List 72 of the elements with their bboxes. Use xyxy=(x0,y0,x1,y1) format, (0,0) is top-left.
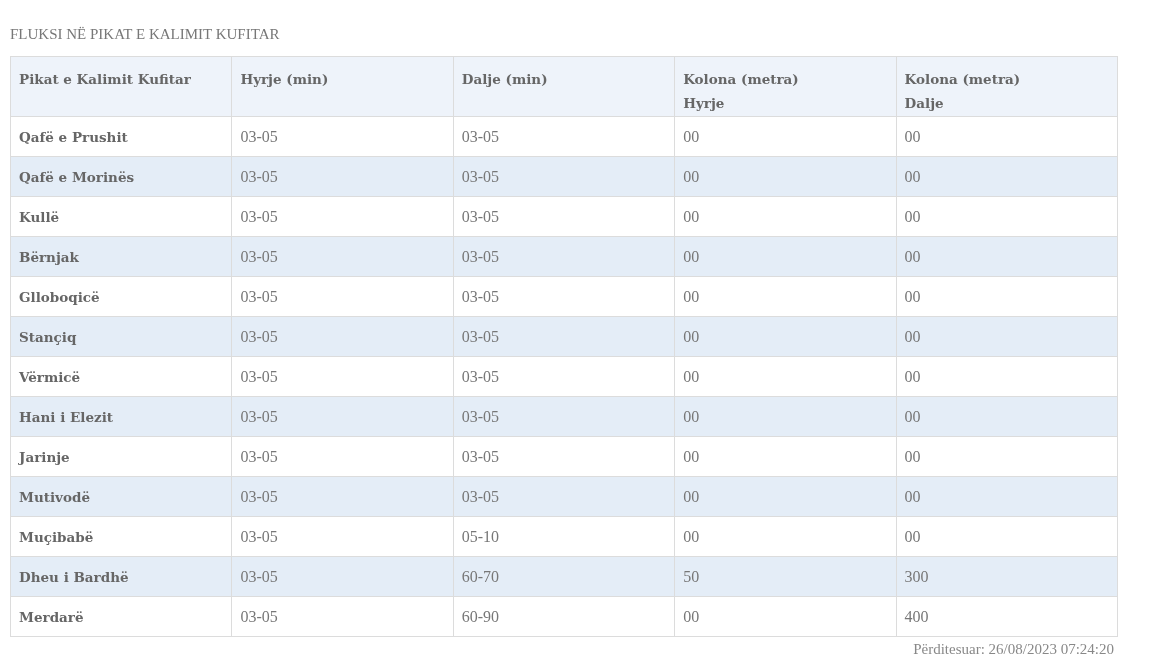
crossing-name-cell: Dheu i Bardhë xyxy=(10,556,232,597)
table-cell: 00 xyxy=(896,476,1118,517)
table-cell: 03-05 xyxy=(453,116,675,157)
table-cell: 03-05 xyxy=(231,436,454,477)
crossing-name-cell: Hani i Elezit xyxy=(10,396,232,437)
table-cell: 03-05 xyxy=(453,236,675,277)
table-cell: 00 xyxy=(896,276,1118,317)
table-cell: 00 xyxy=(896,396,1118,437)
table-cell: 03-05 xyxy=(453,396,675,437)
table-cell: 00 xyxy=(896,196,1118,237)
crossing-name-cell: Bërnjak xyxy=(10,236,232,277)
table-cell: 03-05 xyxy=(231,116,454,157)
table-cell: 03-05 xyxy=(231,316,454,357)
table-title: FLUKSI NË PIKAT E KALIMIT KUFITAR xyxy=(10,26,280,43)
table-cell: 03-05 xyxy=(453,476,675,517)
crossing-name-cell: Jarinje xyxy=(10,436,232,477)
table-cell: 03-05 xyxy=(231,276,454,317)
table-cell: 03-05 xyxy=(453,196,675,237)
table-cell: 00 xyxy=(896,116,1118,157)
table-cell: 00 xyxy=(674,196,897,237)
table-cell: 03-05 xyxy=(231,516,454,557)
updated-timestamp: Përditesuar: 26/08/2023 07:24:20 xyxy=(913,641,1115,658)
table-cell: 00 xyxy=(674,436,897,477)
table-cell: 00 xyxy=(674,156,897,197)
crossing-name-cell: Muçibabë xyxy=(10,516,232,557)
table-cell: 03-05 xyxy=(231,356,454,397)
column-header: Dalje (min) xyxy=(453,56,675,117)
table-cell: 400 xyxy=(896,596,1118,637)
crossing-name-cell: Qafë e Prushit xyxy=(10,116,232,157)
crossing-name-cell: Glloboqicë xyxy=(10,276,232,317)
column-header: Hyrje (min) xyxy=(231,56,454,117)
table-cell: 00 xyxy=(674,516,897,557)
table-cell: 03-05 xyxy=(231,396,454,437)
table-cell: 00 xyxy=(674,596,897,637)
table-cell: 05-10 xyxy=(453,516,675,557)
table-cell: 00 xyxy=(896,436,1118,477)
table-cell: 00 xyxy=(896,156,1118,197)
table-cell: 03-05 xyxy=(231,156,454,197)
table-cell: 300 xyxy=(896,556,1118,597)
table-cell: 60-70 xyxy=(453,556,675,597)
column-header: Pikat e Kalimit Kufitar xyxy=(10,56,232,117)
table-cell: 00 xyxy=(674,476,897,517)
table-cell: 00 xyxy=(674,356,897,397)
table-cell: 00 xyxy=(674,116,897,157)
table-cell: 00 xyxy=(896,236,1118,277)
table-cell: 00 xyxy=(896,516,1118,557)
table-cell: 00 xyxy=(674,316,897,357)
table-cell: 00 xyxy=(896,356,1118,397)
table-cell: 50 xyxy=(674,556,897,597)
table-cell: 03-05 xyxy=(453,316,675,357)
table-cell: 03-05 xyxy=(453,436,675,477)
table-cell: 03-05 xyxy=(453,156,675,197)
table-cell: 03-05 xyxy=(231,236,454,277)
column-header: Kolona (metra) Dalje xyxy=(896,56,1118,117)
crossing-name-cell: Qafë e Morinës xyxy=(10,156,232,197)
table-cell: 60-90 xyxy=(453,596,675,637)
table-cell: 03-05 xyxy=(453,276,675,317)
crossing-name-cell: Kullë xyxy=(10,196,232,237)
table-cell: 03-05 xyxy=(453,356,675,397)
table-cell: 03-05 xyxy=(231,556,454,597)
column-header: Kolona (metra) Hyrje xyxy=(674,56,897,117)
table-cell: 03-05 xyxy=(231,476,454,517)
table-cell: 00 xyxy=(896,316,1118,357)
table-cell: 03-05 xyxy=(231,596,454,637)
crossing-name-cell: Merdarë xyxy=(10,596,232,637)
table-cell: 00 xyxy=(674,236,897,277)
table-cell: 00 xyxy=(674,276,897,317)
crossing-name-cell: Stançiq xyxy=(10,316,232,357)
table-cell: 00 xyxy=(674,396,897,437)
crossing-name-cell: Mutivodë xyxy=(10,476,232,517)
table-cell: 03-05 xyxy=(231,196,454,237)
crossing-name-cell: Vërmicë xyxy=(10,356,232,397)
